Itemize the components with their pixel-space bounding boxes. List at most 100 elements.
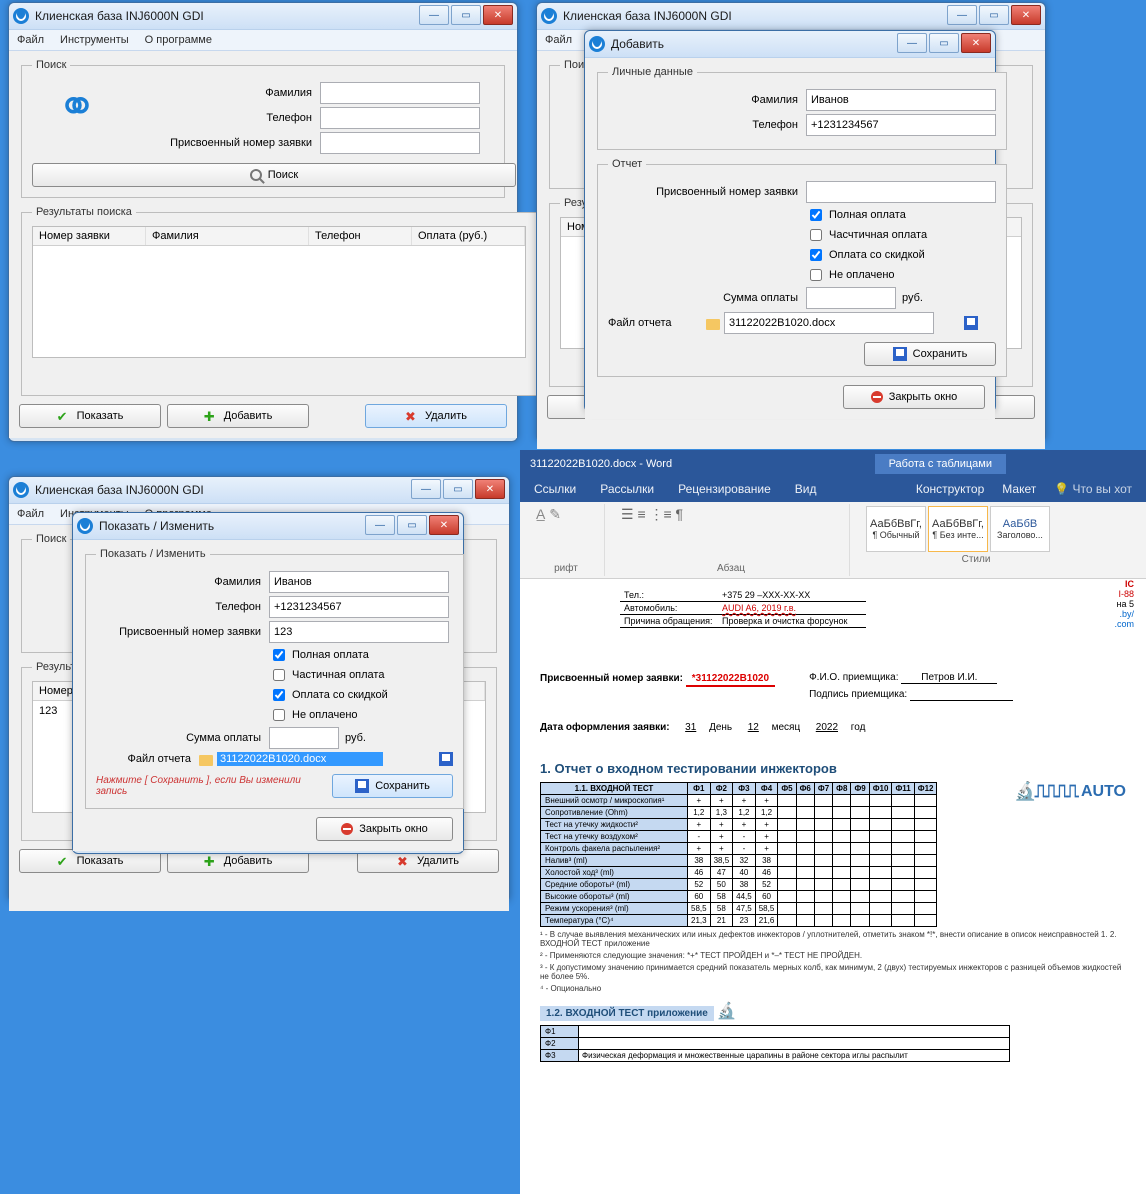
save-icon <box>355 779 369 793</box>
input-test-table: 1.1. ВХОДНОЙ ТЕСТ Ф1Ф2Ф3Ф4Ф5Ф6Ф7Ф8Ф9Ф10Ф… <box>540 782 937 927</box>
stop-icon <box>871 391 883 403</box>
minimize-button[interactable]: — <box>365 515 395 535</box>
maximize-button[interactable]: ▭ <box>451 5 481 25</box>
tab-mailings[interactable]: Рассылки <box>600 482 654 496</box>
people-icon: ⚭ <box>32 79 122 135</box>
section-heading: 1. Отчет о входном тестировании инжектор… <box>540 761 1126 776</box>
word-context-tab: Работа с таблицами <box>875 454 1006 474</box>
tab-review[interactable]: Рецензирование <box>678 482 771 496</box>
save-button[interactable]: Сохранить <box>864 342 996 366</box>
show-button[interactable]: Показать <box>19 404 161 428</box>
app-icon <box>77 518 93 534</box>
word-doc-title: 31122022B1020.docx - Word <box>530 458 672 470</box>
maximize-button[interactable]: ▭ <box>443 479 473 499</box>
menu-file[interactable]: Файл <box>17 508 44 520</box>
edit-phone-input[interactable] <box>269 596 449 618</box>
save-icon <box>893 347 907 361</box>
input-reqnum[interactable] <box>320 132 480 154</box>
style-nospace[interactable]: АаБбВвГг,¶ Без инте... <box>928 506 988 552</box>
edit-reqnum-input[interactable] <box>269 621 449 643</box>
app-icon <box>13 482 29 498</box>
input-phone[interactable] <box>320 107 480 129</box>
results-group-label: Результаты поиска <box>32 206 136 218</box>
close-button[interactable]: ✕ <box>475 479 505 499</box>
save-button[interactable]: Сохранить <box>332 774 453 798</box>
tab-view[interactable]: Вид <box>795 482 817 496</box>
edit-file-link[interactable]: 31122022B1020.docx <box>217 752 383 766</box>
disk-icon[interactable] <box>439 752 453 766</box>
label-surname: Фамилия <box>122 87 320 99</box>
close-window-button[interactable]: Закрыть окно <box>316 817 453 841</box>
maximize-button[interactable]: ▭ <box>979 5 1009 25</box>
dialog-title: Добавить <box>611 37 664 51</box>
chk-fullpay[interactable] <box>273 649 285 661</box>
menu-file[interactable]: Файл <box>17 34 44 46</box>
chk-discount[interactable] <box>273 689 285 701</box>
add-phone-input[interactable] <box>806 114 996 136</box>
minimize-button[interactable]: — <box>411 479 441 499</box>
edit-surname-input[interactable] <box>269 571 449 593</box>
dialog-title: Показать / Изменить <box>99 519 214 533</box>
folder-icon[interactable] <box>199 755 213 766</box>
report-group: Отчет <box>608 158 646 170</box>
app-icon <box>13 8 29 24</box>
col-payment[interactable]: Оплата (руб.) <box>412 227 525 245</box>
check-icon <box>57 409 71 423</box>
hint-text: Нажмите [ Сохранить ], если Вы изменили … <box>96 775 332 797</box>
chk-unpaid[interactable] <box>273 709 285 721</box>
search-group-label: Поиск <box>32 59 70 71</box>
maximize-button[interactable]: ▭ <box>929 33 959 53</box>
minimize-button[interactable]: — <box>419 5 449 25</box>
search-button[interactable]: Поиск <box>32 163 516 187</box>
app-icon <box>589 36 605 52</box>
disk-icon[interactable] <box>964 316 978 330</box>
col-surname[interactable]: Фамилия <box>146 227 309 245</box>
menu-file[interactable]: Файл <box>545 34 572 46</box>
app-icon <box>541 8 557 24</box>
chk-unpaid[interactable] <box>810 269 822 281</box>
auto-logo: 🔬⎍⎍⎍⎍AUTO <box>1014 781 1126 802</box>
show-group: Показать / Изменить <box>96 548 210 560</box>
results-table[interactable]: Номер заявки Фамилия Телефон Оплата (руб… <box>32 226 526 358</box>
delete-icon <box>405 409 419 423</box>
plus-icon <box>204 409 218 423</box>
col-reqnum[interactable]: Номер заявки <box>33 227 146 245</box>
tab-references[interactable]: Ссылки <box>534 482 576 496</box>
style-heading[interactable]: АаБбВЗаголово... <box>990 506 1050 552</box>
search-icon <box>250 169 262 181</box>
window-title: Клиенская база INJ6000N GDI <box>563 9 732 23</box>
chk-partial[interactable] <box>273 669 285 681</box>
stop-icon <box>341 823 353 835</box>
label-phone: Телефон <box>122 112 320 124</box>
maximize-button[interactable]: ▭ <box>397 515 427 535</box>
window-title: Клиенская база INJ6000N GDI <box>35 9 204 23</box>
add-sum-input[interactable] <box>806 287 896 309</box>
add-surname-input[interactable] <box>806 89 996 111</box>
folder-icon[interactable] <box>706 319 720 330</box>
chk-discount[interactable] <box>810 249 822 261</box>
add-button[interactable]: Добавить <box>167 404 309 428</box>
edit-sum-input[interactable] <box>269 727 339 749</box>
tab-design[interactable]: Конструктор <box>916 482 984 496</box>
window-title: Клиенская база INJ6000N GDI <box>35 483 204 497</box>
close-window-button[interactable]: Закрыть окно <box>843 385 985 409</box>
assigned-number: *31122022В1020 <box>686 672 775 687</box>
close-button[interactable]: ✕ <box>429 515 459 535</box>
personal-group: Личные данные <box>608 66 697 78</box>
chk-fullpay[interactable] <box>810 209 822 221</box>
delete-button[interactable]: Удалить <box>365 404 507 428</box>
close-button[interactable]: ✕ <box>1011 5 1041 25</box>
input-surname[interactable] <box>320 82 480 104</box>
close-button[interactable]: ✕ <box>483 5 513 25</box>
tab-layout[interactable]: Макет <box>1002 482 1036 496</box>
minimize-button[interactable]: — <box>947 5 977 25</box>
close-button[interactable]: ✕ <box>961 33 991 53</box>
add-reqnum-input[interactable] <box>806 181 996 203</box>
col-phone[interactable]: Телефон <box>309 227 412 245</box>
minimize-button[interactable]: — <box>897 33 927 53</box>
style-normal[interactable]: АаБбВвГг,¶ Обычный <box>866 506 926 552</box>
menu-about[interactable]: О программе <box>145 34 212 46</box>
chk-partial[interactable] <box>810 229 822 241</box>
menu-tools[interactable]: Инструменты <box>60 34 129 46</box>
add-file-input[interactable] <box>724 312 934 334</box>
